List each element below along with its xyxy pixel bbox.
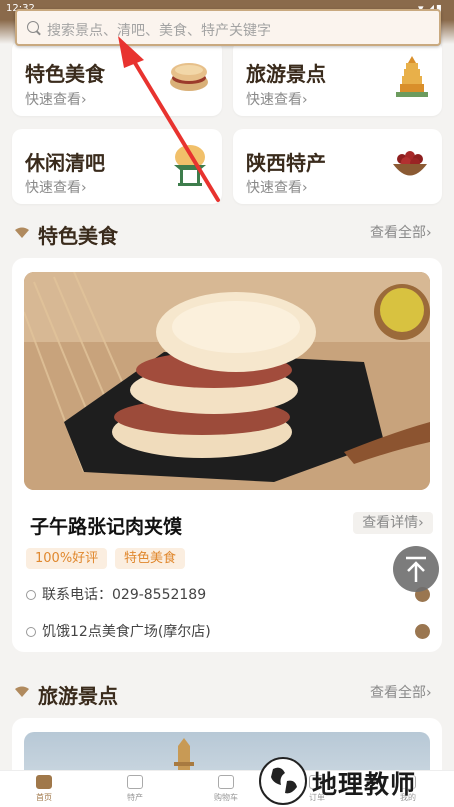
watermark: 地理教师 (255, 755, 454, 807)
category-subtitle: 快速查看› (25, 180, 87, 196)
fan-icon (15, 227, 29, 238)
category-title: 特色美食 (25, 62, 105, 86)
food-card[interactable]: 子午路张记肉夹馍 查看详情› 100%好评 特色美食 联系电话：029-8552… (12, 258, 442, 652)
phone-icon (26, 590, 36, 600)
pagoda-icon (396, 56, 428, 97)
watermark-text: 地理教师 (312, 770, 417, 799)
nav-home[interactable]: 首页 (14, 775, 74, 803)
section-title-travel: 旅游景点 (38, 684, 118, 708)
tag-rating: 100%好评 (26, 548, 108, 569)
nav-label: 购物车 (214, 793, 238, 802)
search-icon (27, 21, 39, 33)
roujiamo-icon (170, 63, 208, 91)
category-card-food[interactable]: 特色美食 快速查看› (12, 40, 222, 116)
see-all-food-link[interactable]: 查看全部› (370, 222, 432, 242)
phone-text: 联系电话：029-8552189 (42, 587, 207, 603)
arrow-up-icon (406, 556, 426, 582)
view-detail-button[interactable]: 查看详情› (353, 512, 433, 534)
bag-icon (127, 775, 143, 789)
nav-label: 特产 (127, 793, 143, 802)
fan-icon (15, 686, 29, 697)
category-subtitle: 快速查看› (25, 92, 87, 108)
category-title: 旅游景点 (246, 62, 326, 86)
category-card-specialty[interactable]: 陕西特产 快速查看› (233, 129, 442, 204)
nav-specialty[interactable]: 特产 (105, 775, 165, 803)
search-input[interactable]: 搜索景点、清吧、美食、特产关键字 (15, 9, 441, 46)
see-all-travel-link[interactable]: 查看全部› (370, 682, 432, 702)
category-card-bar[interactable]: 休闲清吧 快速查看› (12, 129, 222, 204)
roujiamo-photo (24, 272, 430, 490)
search-placeholder: 搜索景点、清吧、美食、特产关键字 (47, 23, 271, 39)
nav-label: 首页 (36, 793, 52, 802)
phone-row: 联系电话：029-8552189 (26, 584, 206, 604)
category-subtitle: 快速查看› (246, 180, 308, 196)
address-text: 饥饿12点美食广场(摩尔店) (42, 624, 211, 640)
address-row: 饥饿12点美食广场(摩尔店) (26, 621, 211, 641)
category-card-travel[interactable]: 旅游景点 快速查看› (233, 40, 442, 116)
dates-bowl-icon (393, 151, 427, 176)
food-photo (24, 272, 430, 490)
food-name: 子午路张记肉夹馍 (30, 516, 183, 538)
location-icon (26, 627, 36, 637)
cart-icon (218, 775, 234, 789)
category-title: 休闲清吧 (25, 151, 105, 175)
pavilion-icon (174, 145, 206, 186)
back-to-top-button[interactable] (393, 546, 439, 592)
globe-logo-icon (259, 757, 307, 805)
category-title: 陕西特产 (246, 151, 326, 175)
home-icon (36, 775, 52, 789)
navigate-button[interactable] (415, 624, 430, 639)
tag-category: 特色美食 (115, 548, 186, 569)
category-subtitle: 快速查看› (246, 92, 308, 108)
section-title-food: 特色美食 (38, 224, 118, 248)
nav-cart[interactable]: 购物车 (196, 775, 256, 803)
